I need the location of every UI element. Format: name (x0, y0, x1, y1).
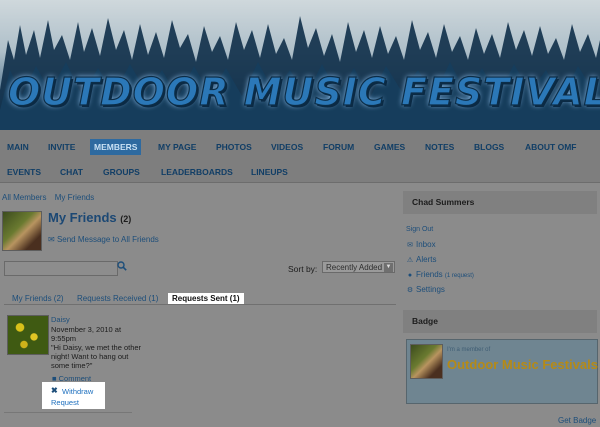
nav-photos[interactable]: PHOTOS (216, 142, 252, 152)
nav-blogs[interactable]: BLOGS (474, 142, 504, 152)
person-icon: ● (407, 272, 413, 279)
get-badge-link[interactable]: Get Badge (558, 416, 596, 425)
search-input[interactable] (4, 261, 118, 276)
withdraw-label: Withdraw (62, 387, 94, 396)
nav-chat[interactable]: CHAT (60, 167, 83, 177)
nav-about-omf[interactable]: ABOUT OMF (525, 142, 576, 152)
withdraw-request-button[interactable]: ✖ Withdraw Request (42, 382, 105, 409)
envelope-icon: ✉ (407, 242, 413, 249)
settings-label: Settings (416, 285, 445, 294)
alerts-label: Alerts (416, 255, 437, 264)
nav-forum[interactable]: FORUM (323, 142, 354, 152)
chevron-down-icon: ▼ (384, 263, 393, 272)
user-panel-header: Chad Summers (403, 191, 597, 214)
nav-notes[interactable]: NOTES (425, 142, 454, 152)
nav-videos[interactable]: VIDEOS (271, 142, 303, 152)
nav-members[interactable]: MEMBERS (90, 139, 142, 155)
nav-leaderboards[interactable]: LEADERBOARDS (161, 167, 233, 177)
nav-groups[interactable]: GROUPS (103, 167, 140, 177)
alert-icon: ⚠ (406, 257, 414, 264)
send-message-link[interactable]: ✉ Send Message to All Friends (48, 235, 159, 244)
friends-label: Friends (416, 270, 443, 279)
breadcrumb-all-members[interactable]: All Members (2, 193, 46, 202)
nav-games[interactable]: GAMES (374, 142, 405, 152)
sign-out-link[interactable]: Sign Out (406, 226, 433, 233)
request-message: "Hi Daisy, we met the other night! Want … (51, 343, 142, 370)
request-details: November 3, 2010 at 9:55pm "Hi Daisy, we… (51, 325, 146, 370)
badge-title: Outdoor Music Festivals (447, 357, 598, 372)
request-date: November 3, 2010 at 9:55pm (51, 325, 122, 343)
badge-panel-header: Badge (403, 310, 597, 333)
main-nav: MAIN INVITE MEMBERS MY PAGE PHOTOS VIDEO… (0, 130, 600, 183)
friends-count: (2) (120, 214, 132, 224)
nav-invite[interactable]: INVITE (48, 142, 75, 152)
send-message-label: Send Message to All Friends (56, 235, 159, 244)
search-icon[interactable] (117, 261, 127, 271)
user-avatar[interactable] (2, 211, 42, 251)
alerts-link[interactable]: ⚠ Alerts (406, 255, 437, 264)
daisy-avatar[interactable] (7, 315, 49, 355)
close-icon: ✖ (51, 386, 58, 395)
site-logo-title[interactable]: OUTDOOR MUSIC FESTIVALS (7, 69, 600, 114)
nav-events[interactable]: EVENTS (7, 167, 41, 177)
sort-select[interactable]: Recently Added ▼ (322, 261, 395, 273)
nav-my-page[interactable]: MY PAGE (158, 142, 196, 152)
breadcrumb: All Members My Friends (2, 193, 100, 202)
nav-lineups[interactable]: LINEUPS (251, 167, 288, 177)
inbox-label: Inbox (416, 240, 436, 249)
nav-main[interactable]: MAIN (7, 142, 29, 152)
badge-caption: I'm a member of (447, 347, 491, 353)
tabs-divider (4, 304, 396, 305)
tab-requests-received[interactable]: Requests Received (1) (77, 294, 158, 303)
envelope-icon: ✉ (48, 235, 55, 244)
entry-divider (4, 412, 132, 413)
friends-link[interactable]: ● Friends (1 request) (406, 270, 474, 279)
page-title-text: My Friends (48, 210, 117, 225)
tab-my-friends[interactable]: My Friends (2) (12, 294, 64, 303)
settings-link[interactable]: ⚙ Settings (406, 285, 445, 294)
tab-requests-sent[interactable]: Requests Sent (1) (168, 293, 244, 304)
site-banner: OUTDOOR MUSIC FESTIVALS (0, 0, 600, 130)
friends-request-count: (1 request) (444, 273, 474, 279)
page-title: My Friends (2) (48, 210, 131, 225)
badge-avatar (410, 344, 443, 379)
inbox-link[interactable]: ✉ Inbox (406, 240, 436, 249)
request-user-name[interactable]: Daisy (51, 315, 70, 324)
member-badge[interactable]: I'm a member of Outdoor Music Festivals (406, 339, 598, 404)
sort-label: Sort by: (288, 264, 318, 274)
breadcrumb-my-friends[interactable]: My Friends (55, 193, 95, 202)
sort-select-value: Recently Added (326, 263, 383, 272)
gear-icon: ⚙ (406, 287, 414, 294)
withdraw-label-request: Request (51, 398, 79, 407)
